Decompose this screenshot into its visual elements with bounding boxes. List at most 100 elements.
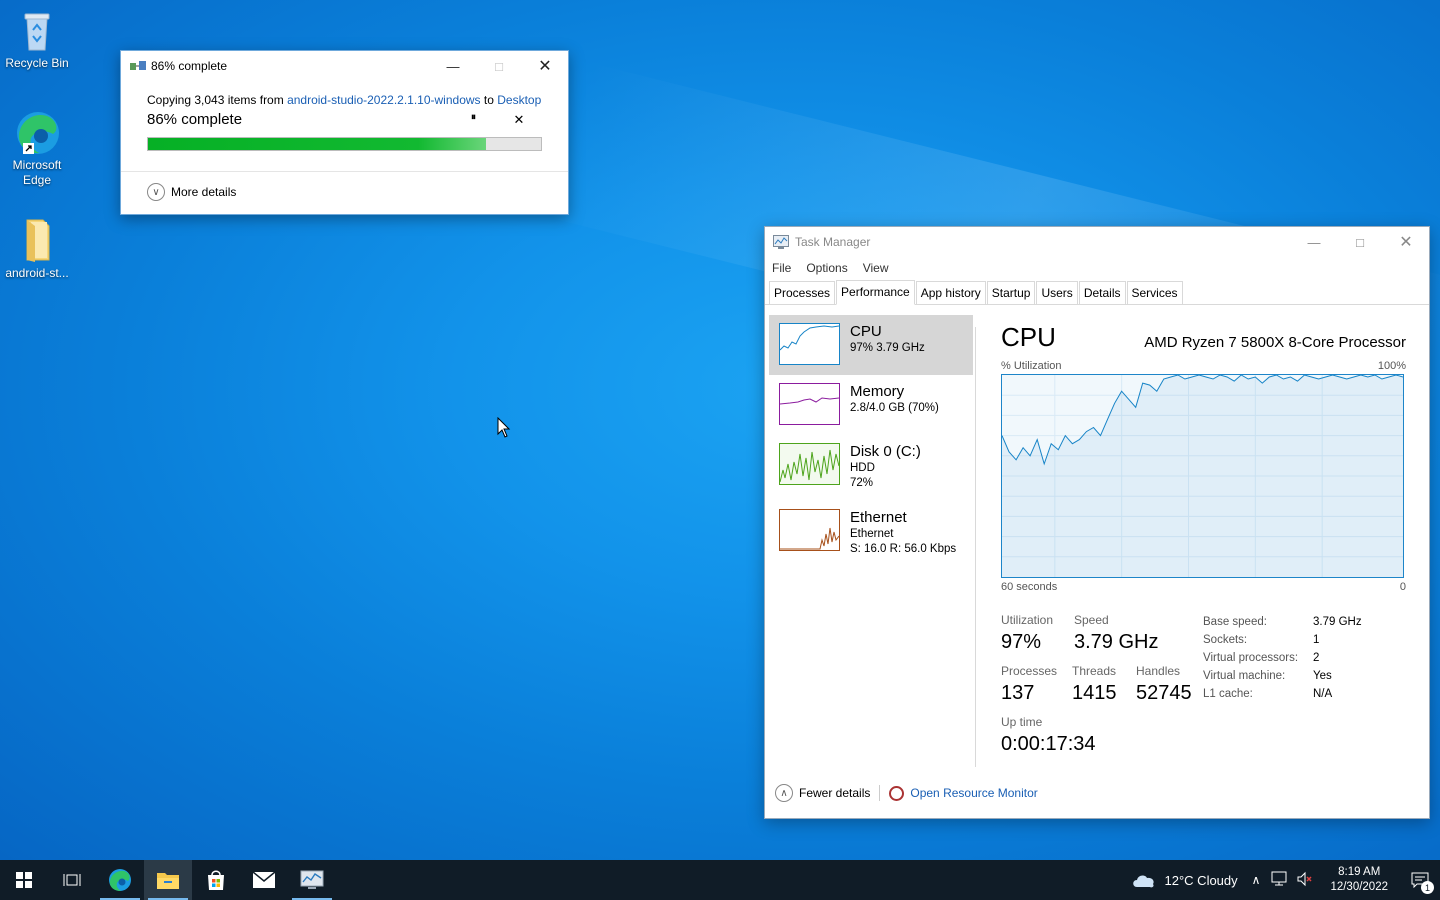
chevron-up-icon[interactable]: ∧ xyxy=(775,784,793,802)
more-details-toggle[interactable]: ∨ More details xyxy=(147,183,236,201)
task-view-icon xyxy=(63,874,81,886)
destination-link[interactable]: Desktop xyxy=(497,93,541,107)
close-icon: ✕ xyxy=(1399,234,1413,251)
microsoft-edge-shortcut[interactable]: Microsoft Edge xyxy=(0,108,74,188)
stat-processes-value: 137 xyxy=(1001,682,1035,704)
start-button[interactable] xyxy=(0,860,48,900)
resource-cpu-name: CPU xyxy=(850,323,882,340)
file-explorer-icon xyxy=(157,873,179,889)
copy-dialog-title: 86% complete xyxy=(151,59,228,73)
copy-dialog-titlebar[interactable]: 86% complete — □ ✕ xyxy=(121,51,568,81)
resource-disk-type: HDD xyxy=(850,462,875,474)
microsoft-edge-label: Microsoft Edge xyxy=(12,158,62,187)
menu-view[interactable]: View xyxy=(863,261,889,275)
minimize-button[interactable]: — xyxy=(430,51,476,81)
resource-ethernet-adapter: Ethernet xyxy=(850,528,894,540)
spec-label: Base speed: xyxy=(1203,616,1267,628)
resource-memory-name: Memory xyxy=(850,383,905,400)
stat-handles-value: 52745 xyxy=(1136,682,1192,704)
pause-icon[interactable]: ⏸ xyxy=(450,112,496,128)
clock-time: 8:19 AM xyxy=(1338,866,1381,878)
taskbar-mail[interactable] xyxy=(240,860,288,900)
tab-app-history[interactable]: App history xyxy=(915,281,986,304)
taskbar-file-explorer[interactable] xyxy=(144,860,192,900)
tab-services[interactable]: Services xyxy=(1126,281,1183,304)
notification-center-button[interactable]: 1 xyxy=(1400,860,1440,900)
menu-file[interactable]: File xyxy=(772,261,791,275)
open-resource-monitor-link[interactable]: Open Resource Monitor xyxy=(910,786,1037,800)
cpu-stats: Utilization 97% Speed 3.79 GHz Processes… xyxy=(1001,599,1406,779)
resource-disk[interactable]: Disk 0 (C:) HDD 72% xyxy=(769,435,973,495)
stat-threads-value: 1415 xyxy=(1072,682,1117,704)
spec-label: Virtual processors: xyxy=(1203,652,1299,664)
task-manager-titlebar[interactable]: Task Manager — □ ✕ xyxy=(765,227,1429,257)
source-folder-link[interactable]: android-studio-2022.2.1.10-windows xyxy=(287,93,480,107)
resource-monitor-icon xyxy=(889,785,905,801)
time-axis-label: 60 seconds xyxy=(1001,581,1058,593)
resource-cpu-detail: 97% 3.79 GHz xyxy=(850,342,925,354)
tab-processes[interactable]: Processes xyxy=(769,281,836,304)
tm-maximize-button[interactable]: □ xyxy=(1337,227,1383,257)
weather-widget[interactable]: 12°C Cloudy xyxy=(1131,871,1238,889)
utilization-axis-label: % Utilization xyxy=(1001,360,1062,372)
task-manager-icon xyxy=(773,235,789,249)
stat-speed-label: Speed xyxy=(1074,613,1109,627)
store-icon xyxy=(208,870,224,890)
stat-utilization: Utilization 97% xyxy=(1001,613,1053,654)
spec-label: L1 cache: xyxy=(1203,688,1253,700)
resource-cpu[interactable]: CPU 97% 3.79 GHz xyxy=(769,315,973,375)
resource-memory-detail: 2.8/4.0 GB (70%) xyxy=(850,402,939,414)
task-manager-title: Task Manager xyxy=(795,235,871,249)
recycle-bin-label: Recycle Bin xyxy=(5,56,69,70)
copy-progress-fill xyxy=(148,138,486,150)
spec-value: 1 xyxy=(1313,634,1320,646)
taskbar-store[interactable] xyxy=(192,860,240,900)
task-manager-window: Task Manager — □ ✕ File Options View Pro… xyxy=(764,226,1430,819)
cpu-thumbnail-graph xyxy=(779,323,840,365)
maximize-icon: □ xyxy=(495,58,503,74)
edge-icon xyxy=(13,108,61,156)
volume-muted-icon[interactable] xyxy=(1296,871,1314,890)
footer-separator xyxy=(879,785,881,801)
fewer-details-link[interactable]: Fewer details xyxy=(799,786,870,800)
chevron-up-icon[interactable]: ∧ xyxy=(1252,873,1261,887)
tab-details[interactable]: Details xyxy=(1078,281,1126,304)
spec-row: Virtual machine: Yes xyxy=(1203,667,1362,685)
cpu-model: AMD Ryzen 7 5800X 8-Core Processor xyxy=(1144,334,1406,351)
resource-memory[interactable]: Memory 2.8/4.0 GB (70%) xyxy=(769,375,973,435)
stat-uptime-label: Up time xyxy=(1001,715,1043,729)
taskbar-edge[interactable] xyxy=(96,860,144,900)
menu-bar: File Options View xyxy=(765,257,1429,279)
resource-disk-usage: 72% xyxy=(850,477,874,489)
copy-status: 86% complete xyxy=(147,111,243,128)
memory-thumbnail-graph xyxy=(779,383,840,425)
resource-list: CPU 97% 3.79 GHz Memory 2.8/4.0 GB (70%) xyxy=(769,315,973,561)
task-view-button[interactable] xyxy=(48,860,96,900)
tab-startup[interactable]: Startup xyxy=(986,281,1036,304)
system-tray: 12°C Cloudy ∧ 8:19 AM 12/30/2022 1 xyxy=(1131,860,1440,900)
network-icon[interactable] xyxy=(1270,871,1288,890)
notification-count: 1 xyxy=(1421,881,1434,894)
tab-performance[interactable]: Performance xyxy=(836,280,915,305)
android-studio-folder-shortcut[interactable]: android-st... xyxy=(0,216,74,281)
cloud-icon xyxy=(1132,875,1154,888)
copy-description: Copying 3,043 items from android-studio-… xyxy=(147,93,542,107)
cpu-spec-list: Base speed: 3.79 GHz Sockets: 1 Virtual pr… xyxy=(1203,613,1362,703)
folder-icon xyxy=(13,216,61,264)
recycle-bin-icon xyxy=(13,6,61,54)
chevron-down-icon: ∨ xyxy=(147,183,165,201)
resource-ethernet[interactable]: Ethernet Ethernet S: 16.0 R: 56.0 Kbps xyxy=(769,501,973,561)
close-button[interactable]: ✕ xyxy=(522,51,568,81)
tm-close-button[interactable]: ✕ xyxy=(1383,227,1429,257)
cpu-detail-panel: CPU AMD Ryzen 7 5800X 8-Core Processor %… xyxy=(1001,322,1406,779)
taskbar-task-manager[interactable] xyxy=(288,860,336,900)
ethernet-thumbnail-graph xyxy=(779,509,840,551)
spec-label: Sockets: xyxy=(1203,634,1248,646)
cancel-copy-icon[interactable]: ✕ xyxy=(496,112,542,128)
menu-options[interactable]: Options xyxy=(806,261,847,275)
clock[interactable]: 8:19 AM 12/30/2022 xyxy=(1330,865,1388,895)
recycle-bin-shortcut[interactable]: Recycle Bin xyxy=(0,6,74,71)
tm-minimize-button[interactable]: — xyxy=(1291,227,1337,257)
windows-logo-icon xyxy=(16,872,32,888)
tab-users[interactable]: Users xyxy=(1036,281,1078,304)
